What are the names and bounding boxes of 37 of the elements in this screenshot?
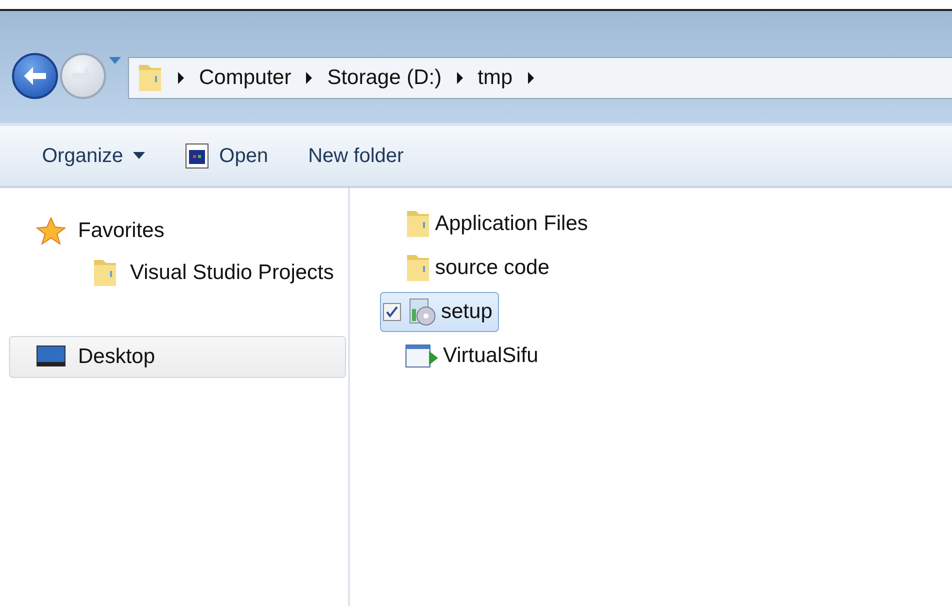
folder-icon (405, 252, 431, 284)
chevron-icon (305, 72, 314, 84)
folder-icon (405, 208, 431, 240)
sidebar-label: Desktop (78, 345, 156, 369)
folder-icon (137, 62, 163, 94)
file-item[interactable]: VirtualSifu (380, 336, 546, 376)
sidebar-item[interactable]: Favorites (9, 210, 346, 252)
folder-icon (92, 257, 118, 289)
chevron-icon (177, 72, 185, 84)
file-item[interactable]: setup (380, 292, 500, 332)
address-bar[interactable]: Computer Storage (D:) tmp (128, 57, 952, 99)
back-button[interactable] (12, 53, 58, 99)
back-arrow-icon (23, 66, 47, 86)
sidebar-label: Favorites (78, 219, 164, 243)
toolbar-button[interactable]: Open (185, 143, 268, 169)
breadcrumb-item[interactable]: Computer (199, 66, 292, 90)
disc-box-icon (407, 297, 437, 327)
application-window-icon (405, 343, 439, 369)
breadcrumb-item[interactable]: Storage (D:) (327, 66, 442, 90)
checkbox[interactable] (383, 303, 401, 321)
toolbar-button[interactable]: Organize (42, 144, 146, 168)
file-name: setup (441, 300, 492, 324)
file-name: VirtualSifu (443, 344, 538, 368)
breadcrumb-item[interactable]: tmp (478, 66, 513, 90)
chevron-icon (456, 72, 464, 84)
sidebar-item[interactable]: Visual Studio Projects (9, 252, 346, 294)
sidebar-item[interactable]: Desktop (9, 336, 346, 378)
sidebar-label: Visual Studio Projects (130, 261, 334, 285)
star-icon (36, 216, 66, 246)
file-item[interactable]: Application Files (380, 204, 595, 244)
file-name: Application Files (435, 212, 588, 236)
file-name: source code (435, 256, 550, 280)
caret-icon (133, 152, 146, 160)
chevron-icon (526, 72, 535, 84)
window-icon (185, 143, 210, 169)
file-item[interactable]: source code (380, 248, 556, 288)
toolbar-button[interactable]: New folder (308, 144, 404, 168)
